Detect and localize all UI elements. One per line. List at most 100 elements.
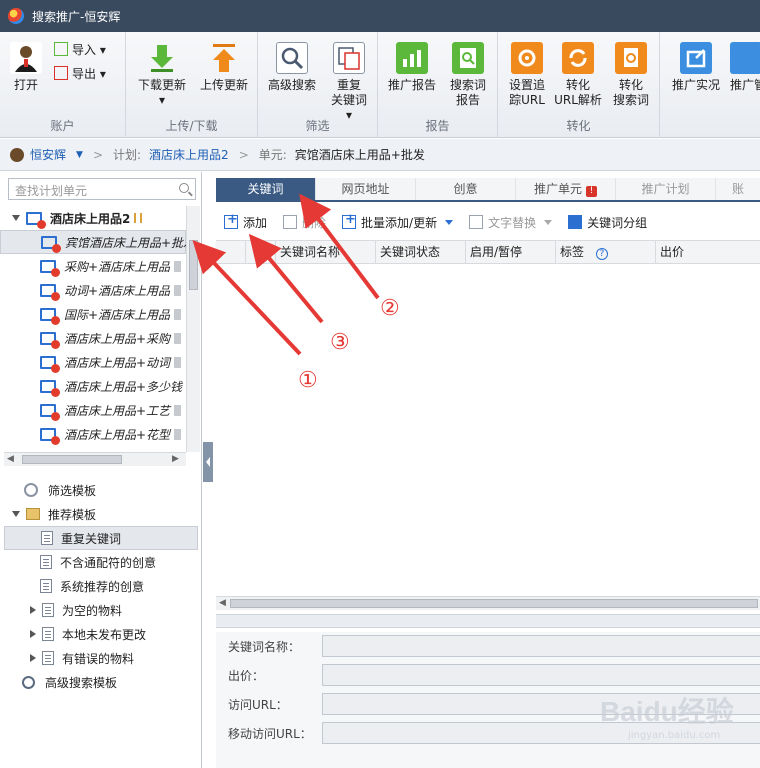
- scrollbar-thumb[interactable]: [22, 455, 122, 464]
- gear-icon: [511, 42, 543, 74]
- tree-unit[interactable]: 动词+酒店床上用品: [0, 278, 186, 302]
- tab-unit[interactable]: 推广单元!: [516, 178, 616, 200]
- group-label-filter: 筛选: [305, 119, 330, 133]
- status-flag-icon: [174, 284, 182, 296]
- tree-vertical-scrollbar[interactable]: [186, 206, 200, 452]
- promo-manage-button[interactable]: 推广管: [730, 42, 760, 93]
- warning-icon: !: [586, 186, 597, 197]
- open-button[interactable]: 打开: [6, 42, 46, 93]
- live-preview-button[interactable]: 推广实况: [668, 42, 724, 93]
- chevron-down-icon[interactable]: [544, 219, 553, 225]
- download-update-button[interactable]: 下载更新 ▾: [134, 42, 190, 108]
- collapse-arrow-icon[interactable]: [12, 511, 20, 517]
- tree-unit[interactable]: 宾馆酒店床上用品+批发: [0, 230, 186, 254]
- convert-url-button[interactable]: 转化 URL解析: [552, 42, 604, 108]
- tree-unit[interactable]: 国际+酒店床上用品: [0, 302, 186, 326]
- tree-unit[interactable]: 酒店床上用品+多少钱: [0, 374, 186, 398]
- template-panel: 筛选模板 推荐模板 重复关键词 不含通配符的创意 系统推荐的创意 为空的物料 本…: [0, 478, 202, 694]
- account-name[interactable]: 恒安辉: [30, 146, 66, 163]
- tab-plan[interactable]: 推广计划: [616, 178, 716, 200]
- kw-name-label: 关键词名称：: [228, 639, 301, 654]
- search-icon: [22, 675, 35, 689]
- column-enable-pause[interactable]: 启用/暂停: [466, 241, 556, 263]
- set-track-url-button[interactable]: 设置追 踪URL: [502, 42, 552, 108]
- expand-arrow-icon[interactable]: [30, 630, 36, 638]
- import-button[interactable]: 导入 ▾: [54, 42, 120, 58]
- export-button[interactable]: 导出 ▾: [54, 66, 120, 82]
- chevron-down-icon[interactable]: [445, 219, 454, 225]
- plan-unit-search-input[interactable]: 查找计划单元: [8, 178, 196, 200]
- tree-unit[interactable]: 酒店床上用品+动词: [0, 350, 186, 374]
- advanced-search-button[interactable]: 高级搜索: [264, 42, 320, 93]
- unit-monitor-icon: [40, 259, 60, 277]
- breadcrumb-plan[interactable]: 酒店床上用品2: [149, 146, 229, 163]
- batch-add-update-button[interactable]: 批量添加/更新: [342, 212, 454, 231]
- advanced-search-template-item[interactable]: 高级搜索模板: [0, 670, 202, 694]
- template-item[interactable]: 系统推荐的创意: [0, 574, 202, 598]
- template-item[interactable]: 不含通配符的创意: [0, 550, 202, 574]
- scroll-left-icon[interactable]: ◀: [219, 598, 226, 608]
- group-label-convert: 转化: [566, 119, 591, 133]
- tab-account[interactable]: 账: [716, 178, 760, 200]
- template-item-duplicate-keyword[interactable]: 重复关键词: [4, 526, 198, 550]
- collapse-arrow-icon[interactable]: [12, 215, 20, 221]
- delete-button[interactable]: 删除: [283, 214, 326, 231]
- tree-plan-root[interactable]: 酒店床上用品2: [0, 206, 186, 230]
- scroll-right-icon[interactable]: ▶: [172, 454, 179, 464]
- add-button[interactable]: 添加: [224, 212, 267, 231]
- annotation-label-2: ②: [380, 296, 400, 321]
- group-label-report: 报告: [425, 119, 450, 133]
- scrollbar-thumb[interactable]: [189, 240, 198, 290]
- column-keyword-status[interactable]: 关键词状态: [376, 241, 466, 263]
- status-flag-icon: [174, 308, 182, 320]
- tree-unit[interactable]: 采购+酒店床上用品: [0, 254, 186, 278]
- unit-label: 单元:: [258, 148, 287, 162]
- keyword-group-button[interactable]: 关键词分组: [568, 214, 647, 231]
- tree-horizontal-scrollbar[interactable]: ◀ ▶: [4, 452, 186, 466]
- promotion-report-button[interactable]: 推广报告: [384, 42, 440, 93]
- column-status-icon: [246, 241, 276, 263]
- column-checkbox[interactable]: [216, 241, 246, 263]
- manage-icon: [730, 42, 760, 74]
- template-item[interactable]: 为空的物料: [0, 598, 202, 622]
- template-item[interactable]: 本地未发布更改: [0, 622, 202, 646]
- tab-keyword[interactable]: 关键词: [216, 178, 316, 200]
- mobile-url-label: 移动访问URL：: [228, 726, 312, 741]
- add-icon: [224, 212, 238, 229]
- text-replace-button[interactable]: 文字替换: [469, 214, 553, 231]
- scrollbar-thumb[interactable]: [230, 599, 758, 608]
- column-bid[interactable]: 出价: [656, 241, 760, 263]
- duplicate-keyword-button[interactable]: 重复 关键词 ▾: [324, 42, 374, 123]
- search-term-report-button[interactable]: 搜索词 报告: [442, 42, 494, 108]
- bid-field[interactable]: [322, 664, 760, 686]
- ribbon-group-convert: 设置追 踪URL 转化 URL解析 转化 搜索词 转化: [498, 32, 660, 138]
- bar-chart-icon: [396, 42, 428, 74]
- group-icon: [568, 215, 583, 229]
- grid-horizontal-scrollbar[interactable]: ◀: [216, 596, 760, 610]
- column-tag[interactable]: 标签 ?: [556, 241, 656, 263]
- template-item[interactable]: 有错误的物料: [0, 646, 202, 670]
- tree-unit[interactable]: 酒店床上用品+工艺: [0, 398, 186, 422]
- upload-update-button[interactable]: 上传更新: [194, 42, 254, 93]
- import-icon: [54, 42, 68, 56]
- convert-search-term-button[interactable]: 转化 搜索词: [606, 42, 656, 108]
- status-flag-icon: [174, 428, 182, 440]
- panel-splitter[interactable]: [216, 614, 760, 628]
- expand-arrow-icon[interactable]: [30, 654, 36, 662]
- keyword-name-field[interactable]: [322, 635, 760, 657]
- export-icon: [54, 66, 68, 80]
- expand-arrow-icon[interactable]: [30, 606, 36, 614]
- tree-unit[interactable]: 酒店床上用品+采购: [0, 326, 186, 350]
- collapse-left-panel-handle[interactable]: [203, 442, 213, 482]
- chevron-down-icon[interactable]: ▼: [76, 150, 83, 160]
- tab-creative[interactable]: 创意: [416, 178, 516, 200]
- status-flag-icon: [174, 260, 182, 272]
- tab-page-url[interactable]: 网页地址: [316, 178, 416, 200]
- column-keyword-name[interactable]: 关键词名称: [276, 241, 376, 263]
- help-icon[interactable]: ?: [595, 248, 608, 260]
- tree-unit[interactable]: 酒店床上用品+花型: [0, 422, 186, 446]
- scroll-left-icon[interactable]: ◀: [7, 454, 14, 464]
- recommend-template-item[interactable]: 推荐模板: [0, 502, 202, 526]
- filter-template-item[interactable]: 筛选模板: [0, 478, 202, 502]
- search-icon[interactable]: [179, 183, 189, 193]
